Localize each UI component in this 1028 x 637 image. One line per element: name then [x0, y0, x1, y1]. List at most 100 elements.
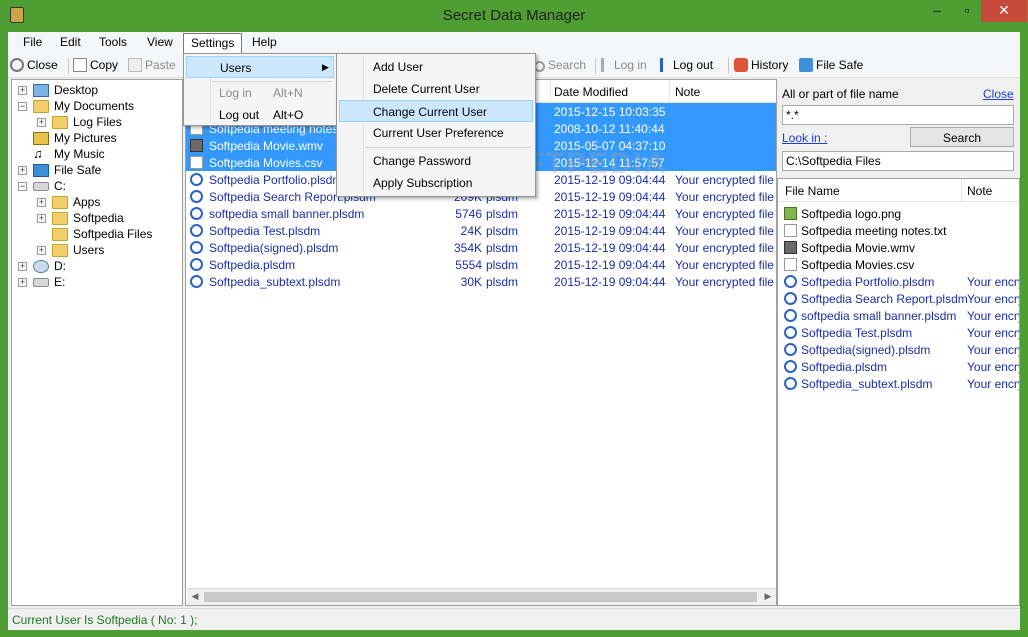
menu-item-change-password[interactable]: Change Password: [339, 150, 533, 172]
tree-label: C:: [54, 179, 66, 193]
cell-type: plsdm: [486, 207, 519, 221]
history-icon: [734, 58, 748, 72]
menu-item-logout[interactable]: Log out Alt+O: [186, 104, 334, 126]
menu-item-add-user[interactable]: Add User: [339, 56, 533, 78]
expand-icon[interactable]: +: [37, 246, 46, 255]
list-item[interactable]: Softpedia_subtext.plsdm Your encry: [778, 375, 1019, 392]
menu-edit[interactable]: Edit: [60, 35, 81, 49]
encrypted-file-icon: [784, 292, 797, 305]
expand-icon[interactable]: +: [18, 278, 27, 287]
app-window: Secret Data Manager – ▫ ✕ File Edit Tool…: [0, 0, 1028, 637]
menu-item-label: Current User Preference: [373, 126, 504, 140]
menu-view[interactable]: View: [147, 35, 173, 49]
logout-icon: [660, 58, 670, 72]
expand-icon[interactable]: +: [18, 86, 27, 95]
close-search-link[interactable]: Close: [983, 87, 1014, 101]
menu-item-users[interactable]: Users ▶: [186, 56, 334, 78]
result-name: Softpedia Search Report.plsdm: [801, 292, 968, 306]
menu-tools[interactable]: Tools: [99, 35, 127, 49]
filename-search-input[interactable]: [782, 105, 1014, 125]
expand-icon[interactable]: +: [18, 262, 27, 271]
collapse-icon[interactable]: −: [18, 102, 27, 111]
expand-icon[interactable]: +: [37, 118, 46, 127]
menu-item-login[interactable]: Log in Alt+N: [186, 82, 334, 104]
cell-name: Softpedia Movie.wmv: [209, 139, 324, 153]
encrypted-file-icon: [190, 173, 203, 186]
logout-button[interactable]: Log out: [660, 58, 713, 72]
table-row[interactable]: Softpedia(signed).plsdm 354K plsdm 2015-…: [186, 239, 776, 256]
column-file-name[interactable]: File Name: [785, 184, 840, 198]
column-note[interactable]: Note: [675, 85, 700, 99]
close-window-button[interactable]: ✕: [981, 0, 1027, 22]
column-separator[interactable]: [550, 80, 551, 103]
menu-item-label: Change Password: [373, 154, 472, 168]
menu-item-delete-current-user[interactable]: Delete Current User: [339, 78, 533, 100]
horizontal-scrollbar[interactable]: ◀ ▶: [187, 588, 776, 605]
menu-file[interactable]: File: [23, 35, 42, 49]
users-submenu: Add User Delete Current User Change Curr…: [336, 53, 536, 197]
list-item[interactable]: softpedia small banner.plsdm Your encry: [778, 307, 1019, 324]
encrypted-file-icon: [190, 190, 203, 203]
list-item[interactable]: Softpedia Portfolio.plsdm Your encry: [778, 273, 1019, 290]
title-bar[interactable]: Secret Data Manager – ▫ ✕: [0, 0, 1028, 32]
list-item[interactable]: Softpedia.plsdm Your encry: [778, 358, 1019, 375]
copy-button[interactable]: Copy: [73, 58, 118, 72]
column-date-modified[interactable]: Date Modified: [554, 85, 628, 99]
history-button[interactable]: History: [734, 58, 788, 72]
encrypted-file-icon: [190, 224, 203, 237]
expand-icon[interactable]: +: [37, 214, 46, 223]
column-note[interactable]: Note: [967, 184, 992, 198]
cell-name: Softpedia Test.plsdm: [209, 224, 321, 238]
list-item[interactable]: Softpedia Movies.csv: [778, 256, 1019, 273]
scroll-left-icon[interactable]: ◀: [188, 591, 202, 602]
menu-help[interactable]: Help: [252, 35, 277, 49]
file-safe-button[interactable]: File Safe: [799, 58, 863, 72]
search-results[interactable]: File Name Note Softpedia logo.png Softpe…: [777, 178, 1020, 606]
look-in-path-input[interactable]: [782, 151, 1014, 171]
scrollbar-thumb[interactable]: [204, 592, 757, 602]
menu-settings[interactable]: Settings: [183, 33, 243, 54]
table-row[interactable]: Softpedia_subtext.plsdm 30K plsdm 2015-1…: [186, 273, 776, 290]
look-in-link[interactable]: Look in :: [782, 131, 827, 145]
minimize-button[interactable]: –: [920, 0, 954, 22]
scroll-right-icon[interactable]: ▶: [761, 591, 775, 602]
menu-item-change-current-user[interactable]: Change Current User: [339, 100, 533, 122]
list-item[interactable]: Softpedia(signed).plsdm Your encry: [778, 341, 1019, 358]
login-button[interactable]: Log in: [601, 58, 647, 72]
expand-icon[interactable]: +: [18, 166, 27, 175]
expand-icon[interactable]: +: [37, 198, 46, 207]
close-tool-button[interactable]: Close: [10, 58, 58, 72]
status-text: Current User Is Softpedia ( No: 1 );: [12, 613, 198, 627]
column-separator[interactable]: [669, 80, 670, 103]
list-item[interactable]: Softpedia Test.plsdm Your encry: [778, 324, 1019, 341]
list-item[interactable]: Softpedia Search Report.plsdm Your encry: [778, 290, 1019, 307]
list-item[interactable]: Softpedia Movie.wmv: [778, 239, 1019, 256]
search-submit-button[interactable]: Search: [910, 127, 1014, 147]
menu-item-current-user-preference[interactable]: Current User Preference: [339, 122, 533, 144]
desktop-icon: [33, 84, 49, 97]
folder-tree[interactable]: + Desktop − My Documents + Log Files My …: [11, 79, 183, 606]
column-separator[interactable]: [961, 179, 962, 202]
table-row[interactable]: softpedia small banner.plsdm 5746 plsdm …: [186, 205, 776, 222]
table-row[interactable]: Softpedia.plsdm 5554 plsdm 2015-12-19 09…: [186, 256, 776, 273]
cell-note: Your encrypted file: [675, 241, 774, 255]
list-item[interactable]: Softpedia logo.png: [778, 205, 1019, 222]
encrypted-file-icon: [190, 207, 203, 220]
list-item[interactable]: Softpedia meeting notes.txt: [778, 222, 1019, 239]
cell-type: plsdm: [486, 241, 519, 255]
cell-date: 2015-12-19 09:04:44: [554, 207, 666, 221]
encrypted-file-icon: [784, 309, 797, 322]
maximize-button[interactable]: ▫: [954, 0, 980, 22]
safe-icon: [799, 58, 813, 72]
collapse-icon[interactable]: −: [18, 182, 27, 191]
tree-label: Desktop: [54, 83, 99, 97]
encrypted-file-icon: [784, 360, 797, 373]
status-bar: Current User Is Softpedia ( No: 1 );: [8, 608, 1020, 630]
search-button[interactable]: Search: [534, 58, 586, 72]
copy-icon: [73, 58, 87, 72]
drive-icon: [33, 182, 49, 191]
cell-size: 30K: [460, 275, 482, 289]
menu-item-apply-subscription[interactable]: Apply Subscription: [339, 172, 533, 194]
table-row[interactable]: Softpedia Test.plsdm 24K plsdm 2015-12-1…: [186, 222, 776, 239]
paste-button[interactable]: Paste: [128, 58, 176, 72]
